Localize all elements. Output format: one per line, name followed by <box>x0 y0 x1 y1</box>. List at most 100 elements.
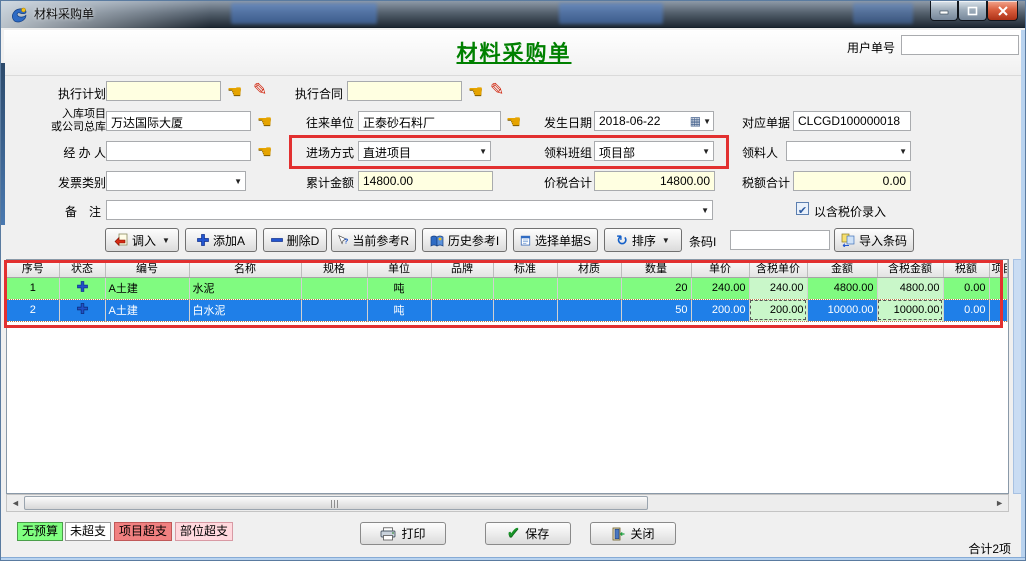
legend-not-over: 未超支 <box>65 522 111 541</box>
remark-combo[interactable]: ▼ <box>106 200 713 220</box>
cell-amount[interactable]: 4800.00 <box>807 277 877 299</box>
maximize-button[interactable] <box>958 1 987 21</box>
counterpart-picker-hand-icon[interactable]: ☚ <box>506 113 521 130</box>
cell-brand[interactable] <box>431 299 493 321</box>
price-tax-total-field: 14800.00 <box>594 171 715 191</box>
doc-no-input[interactable]: CLCGD100000018 <box>793 111 911 131</box>
exec-contract-edit-pencil-icon[interactable]: ✎ <box>490 81 504 98</box>
save-button[interactable]: ✔ 保存 <box>485 522 571 545</box>
cell-price-with-tax-focused[interactable]: 200.00 <box>749 299 807 321</box>
cell-status[interactable] <box>59 299 105 321</box>
col-header-budget: 项目预 <box>989 260 1008 277</box>
import-dropdown-icon: ▼ <box>162 236 170 245</box>
cell-budget[interactable] <box>989 277 1008 299</box>
scroll-left-arrow-icon[interactable]: ◄ <box>11 497 20 510</box>
cell-qty[interactable]: 50 <box>621 299 691 321</box>
user-no-input[interactable] <box>901 35 1019 55</box>
entry-mode-select[interactable]: 直进项目 ▼ <box>358 141 491 161</box>
cell-name[interactable]: 白水泥 <box>189 299 301 321</box>
notepad-icon <box>520 233 531 247</box>
exec-contract-input[interactable] <box>347 81 462 101</box>
pick-person-dropdown-icon[interactable]: ▼ <box>899 148 907 156</box>
exec-contract-picker-hand-icon[interactable]: ☚ <box>468 83 483 100</box>
exec-plan-picker-hand-icon[interactable]: ☚ <box>227 83 242 100</box>
cell-tax[interactable]: 0.00 <box>943 277 989 299</box>
handler-input[interactable] <box>106 141 251 161</box>
cell-material[interactable] <box>557 299 621 321</box>
exec-contract-label: 执行合同 <box>287 85 343 102</box>
titlebar-glass-haze <box>1 1 211 28</box>
table-row-selected[interactable]: 2 A土建 白水泥 吨 50 200.00 200.00 10000.00 10… <box>7 299 1008 321</box>
calendar-icon[interactable]: ▦ <box>690 114 701 128</box>
col-header-price: 单价 <box>691 260 749 277</box>
col-header-spec: 规格 <box>301 260 367 277</box>
pick-team-select[interactable]: 项目部 ▼ <box>594 141 714 161</box>
cell-material[interactable] <box>557 277 621 299</box>
cell-amount[interactable]: 10000.00 <box>807 299 877 321</box>
occur-date-picker[interactable]: 2018-06-22 ▦ ▼ <box>594 111 714 131</box>
minimize-button[interactable] <box>930 1 958 21</box>
cell-seq[interactable]: 2 <box>7 299 59 321</box>
close-button[interactable] <box>987 1 1018 21</box>
hscrollbar-thumb[interactable] <box>24 496 648 510</box>
table-row[interactable]: 1 A土建 水泥 吨 20 240.00 240.00 4800.00 4800… <box>7 277 1008 299</box>
cell-brand[interactable] <box>431 277 493 299</box>
cell-standard[interactable] <box>493 299 557 321</box>
entry-mode-dropdown-icon[interactable]: ▼ <box>479 148 487 156</box>
barcode-input[interactable] <box>730 230 830 250</box>
close-form-button[interactable]: 关闭 <box>590 522 676 545</box>
exec-plan-edit-pencil-icon[interactable]: ✎ <box>253 81 267 98</box>
occur-date-dropdown-icon[interactable]: ▼ <box>703 117 711 126</box>
cell-unit[interactable]: 吨 <box>367 277 431 299</box>
pick-person-select[interactable]: ▼ <box>786 141 911 161</box>
project-label: 入库项目或公司总库 <box>31 108 106 134</box>
project-input[interactable]: 万达国际大厦 <box>106 111 251 131</box>
history-reference-button[interactable]: 历史参考I <box>422 228 507 252</box>
cell-budget[interactable] <box>989 299 1008 321</box>
project-picker-hand-icon[interactable]: ☚ <box>257 113 272 130</box>
cell-spec[interactable] <box>301 299 367 321</box>
legend-no-budget: 无预算 <box>17 522 63 541</box>
cell-amount-with-tax[interactable]: 10000.00 <box>877 299 943 321</box>
entry-mode-label: 进场方式 <box>294 144 354 161</box>
cell-price[interactable]: 200.00 <box>691 299 749 321</box>
cell-standard[interactable] <box>493 277 557 299</box>
import-button[interactable]: 调入 ▼ <box>105 228 179 252</box>
cell-seq[interactable]: 1 <box>7 277 59 299</box>
cell-code[interactable]: A土建 <box>105 277 189 299</box>
counterpart-input[interactable]: 正泰砂石料厂 <box>358 111 501 131</box>
exec-plan-input[interactable] <box>106 81 221 101</box>
cell-tax[interactable]: 0.00 <box>943 299 989 321</box>
cell-qty[interactable]: 20 <box>621 277 691 299</box>
cell-price[interactable]: 240.00 <box>691 277 749 299</box>
cell-price-with-tax[interactable]: 240.00 <box>749 277 807 299</box>
invoice-type-dropdown-icon[interactable]: ▼ <box>234 178 242 186</box>
import-barcode-button[interactable]: 导入条码 <box>834 228 914 252</box>
print-button[interactable]: 打印 <box>360 522 446 545</box>
handler-picker-hand-icon[interactable]: ☚ <box>257 143 272 160</box>
sort-icon: ↻ <box>616 233 628 247</box>
grid-horizontal-scrollbar[interactable]: ◄ ► <box>6 494 1009 512</box>
invoice-type-select[interactable]: ▼ <box>106 171 246 191</box>
col-header-qty: 数量 <box>621 260 691 277</box>
items-table: 序号 状态 编号 名称 规格 单位 品牌 标准 材质 数量 单价 含税单价 金额… <box>7 260 1008 322</box>
cell-amount-with-tax[interactable]: 4800.00 <box>877 277 943 299</box>
scroll-right-arrow-icon[interactable]: ► <box>995 497 1004 510</box>
cell-name[interactable]: 水泥 <box>189 277 301 299</box>
remark-dropdown-icon[interactable]: ▼ <box>701 207 709 215</box>
current-reference-button[interactable]: ? 当前参考R <box>331 228 416 252</box>
add-button[interactable]: 添加A <box>185 228 257 252</box>
cell-unit[interactable]: 吨 <box>367 299 431 321</box>
cell-code[interactable]: A土建 <box>105 299 189 321</box>
background-window-artifact-left <box>1 63 5 225</box>
sort-button[interactable]: ↻ 排序 ▼ <box>604 228 682 252</box>
col-header-amount: 金额 <box>807 260 877 277</box>
import-barcode-icon <box>841 233 855 247</box>
cell-spec[interactable] <box>301 277 367 299</box>
pick-team-dropdown-icon[interactable]: ▼ <box>702 148 710 156</box>
tax-entry-checkbox[interactable]: ✔ <box>796 202 809 215</box>
delete-button[interactable]: 删除D <box>263 228 327 252</box>
cell-status[interactable] <box>59 277 105 299</box>
select-documents-button[interactable]: 选择单据S <box>513 228 598 252</box>
col-header-name: 名称 <box>189 260 301 277</box>
